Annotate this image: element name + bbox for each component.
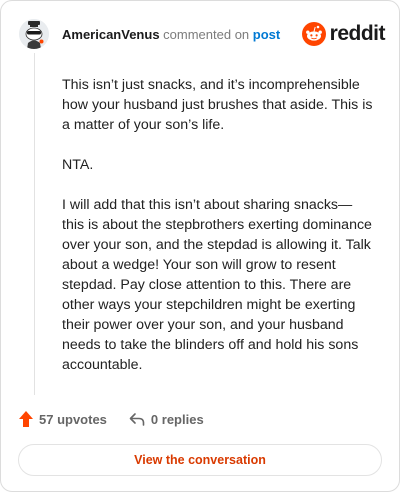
- replies-stat[interactable]: 0 replies: [129, 412, 204, 427]
- byline-action: commented on: [163, 27, 250, 42]
- reply-icon: [129, 413, 145, 426]
- reddit-snoo-icon: [301, 22, 326, 46]
- comment-stats: 57 upvotes 0 replies: [19, 409, 204, 429]
- comment-body: This isn’t just snacks, and it’s incompr…: [62, 75, 374, 395]
- comment-header: AmericanVenus commented on post reddit: [19, 15, 386, 53]
- comment-byline: AmericanVenus commented on post: [62, 27, 280, 43]
- author-name[interactable]: AmericanVenus: [62, 27, 160, 42]
- upvotes-stat[interactable]: 57 upvotes: [19, 411, 107, 427]
- view-conversation-button[interactable]: View the conversation: [18, 444, 382, 476]
- post-link[interactable]: post: [253, 27, 280, 42]
- thread-line: [34, 53, 35, 395]
- reddit-logo[interactable]: reddit: [301, 21, 386, 47]
- upvote-arrow-icon: [19, 411, 33, 427]
- reddit-wordmark: reddit: [329, 22, 386, 45]
- replies-count: 0 replies: [150, 411, 204, 427]
- upvotes-count: 57 upvotes: [39, 411, 107, 427]
- comment-paragraph: NTA.: [62, 157, 94, 173]
- comment-embed-card: AmericanVenus commented on post reddit T…: [0, 0, 400, 492]
- comment-paragraph: I will add that this isn’t about sharing…: [62, 197, 372, 373]
- snoo-avatar-icon[interactable]: [19, 19, 49, 49]
- comment-paragraph: This isn’t just snacks, and it’s incompr…: [62, 77, 373, 133]
